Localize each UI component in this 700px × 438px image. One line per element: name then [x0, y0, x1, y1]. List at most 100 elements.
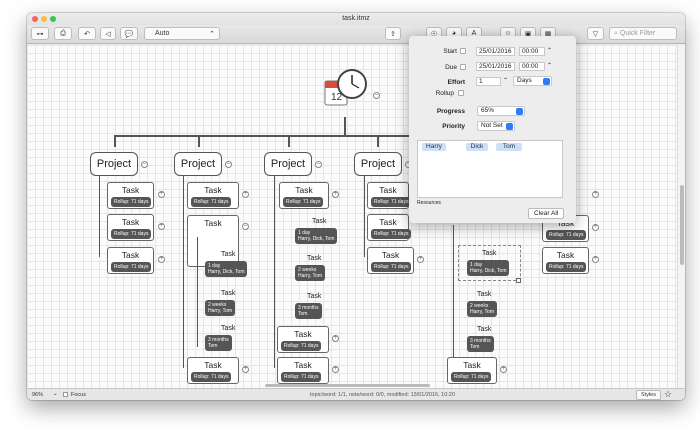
back-icon-button[interactable]: ◁ — [100, 27, 116, 40]
effort-unit-select[interactable]: Days — [513, 76, 552, 86]
task-node[interactable]: Task Rollup: 71 days — [279, 182, 329, 209]
collapse-toggle[interactable]: – — [315, 161, 322, 168]
filter-icon-button[interactable]: ▽ — [587, 27, 604, 40]
expand-toggle[interactable]: + — [332, 366, 339, 373]
subtask-title[interactable]: Task — [307, 293, 321, 300]
expand-toggle[interactable]: + — [158, 191, 165, 198]
expand-toggle[interactable]: + — [242, 191, 249, 198]
focus-checkbox[interactable] — [63, 392, 68, 397]
subtask-title[interactable]: Task — [477, 291, 491, 298]
clear-all-button[interactable]: Clear All — [528, 208, 565, 219]
expand-toggle[interactable]: + — [332, 335, 339, 342]
progress-select[interactable]: 65% — [477, 106, 525, 116]
task-node[interactable]: Task Rollup: 71 days — [277, 326, 329, 353]
subtask-detail: 3 months Tom — [205, 335, 232, 351]
task-node[interactable]: Task Rollup: 71 days — [447, 357, 497, 384]
branch-line — [288, 135, 290, 147]
start-date-field[interactable]: 25/01/2016 — [476, 47, 515, 56]
expand-toggle[interactable]: + — [332, 191, 339, 198]
subtask-title[interactable]: Task — [482, 250, 496, 257]
effort-stepper-icon[interactable]: ⌃ — [503, 77, 508, 84]
vertical-scrollbar[interactable] — [677, 45, 685, 388]
collapse-toggle[interactable]: – — [141, 161, 148, 168]
start-time-field[interactable]: 00:00 — [519, 47, 545, 56]
star-icon[interactable]: ☆ — [664, 389, 672, 400]
task-node[interactable]: Task Rollup: 71 days — [367, 247, 414, 274]
close-window-button[interactable] — [32, 16, 38, 22]
task-node[interactable]: Task Rollup: 71 days — [187, 357, 239, 384]
horizontal-scrollbar[interactable] — [265, 384, 430, 387]
chevron-down-icon[interactable]: ⌄ — [53, 391, 58, 397]
branch-line — [183, 176, 184, 368]
start-checkbox[interactable] — [460, 48, 466, 54]
quick-filter-search[interactable]: ⌕ Quick Filter — [609, 27, 677, 40]
expand-toggle[interactable]: + — [417, 256, 424, 263]
branch-line — [99, 176, 100, 257]
collapse-root-toggle[interactable]: – — [373, 92, 380, 99]
due-time-field[interactable]: 00:00 — [519, 62, 545, 71]
subtask-title[interactable]: Task — [221, 290, 235, 297]
collapse-toggle[interactable]: – — [225, 161, 232, 168]
share-icon-button[interactable]: ⇪ — [385, 27, 401, 40]
due-date-field[interactable]: 25/01/2016 — [476, 62, 515, 71]
zoom-select[interactable]: Auto ⌃ — [144, 27, 220, 40]
branch-line — [197, 237, 198, 347]
calendar-clock-icon[interactable]: 12 — [322, 67, 370, 115]
expand-toggle[interactable]: + — [158, 256, 165, 263]
expand-toggle[interactable]: + — [592, 224, 599, 231]
task-node[interactable]: Task Rollup: 71 days — [277, 357, 329, 384]
window-title: task.itmz — [342, 15, 370, 22]
styles-button[interactable]: Styles — [636, 390, 661, 400]
map-icon-button[interactable]: ⊶ — [31, 27, 49, 40]
branch-line — [364, 176, 365, 257]
project-node[interactable]: Project — [354, 152, 402, 176]
task-node[interactable]: Task Rollup: 71 days — [187, 182, 239, 209]
focus-label: Focus — [71, 392, 86, 398]
zoom-level[interactable]: 96% — [32, 392, 43, 398]
task-node[interactable]: Task — [187, 215, 239, 267]
print-icon-button[interactable]: ⎙ — [54, 27, 72, 40]
resource-tag[interactable]: Dick — [466, 143, 488, 151]
resource-tag[interactable]: Tom — [496, 143, 522, 151]
due-stepper-icon[interactable]: ⌃ — [547, 62, 552, 69]
task-node[interactable]: Task Rollup: 71 days — [367, 214, 412, 241]
comment-icon-button[interactable]: 💬 — [120, 27, 138, 40]
project-node[interactable]: Project — [264, 152, 312, 176]
undo-icon-button[interactable]: ↶ — [78, 27, 96, 40]
priority-select[interactable]: Not Set — [477, 121, 515, 131]
task-node[interactable]: Task Rollup: 71 days — [107, 247, 154, 274]
due-checkbox[interactable] — [460, 64, 466, 70]
select-arrow-icon — [543, 78, 550, 85]
subtask-title[interactable]: Task — [307, 255, 321, 262]
effort-field[interactable]: 1 — [476, 77, 501, 86]
task-node[interactable]: Task Rollup: 71 days — [542, 247, 589, 274]
resource-tag[interactable]: Harry — [422, 143, 446, 151]
expand-toggle[interactable]: + — [242, 366, 249, 373]
subtask-title[interactable]: Task — [312, 218, 326, 225]
branch-line — [377, 135, 379, 147]
rollup-checkbox[interactable] — [458, 90, 464, 96]
minimize-window-button[interactable] — [41, 16, 47, 22]
vertical-scroll-thumb[interactable] — [680, 185, 684, 265]
task-node[interactable]: Task Rollup: 71 days — [107, 214, 154, 241]
project-node[interactable]: Project — [90, 152, 138, 176]
subtask-title[interactable]: Task — [221, 325, 235, 332]
subtask-title[interactable]: Task — [221, 251, 235, 258]
start-label: Start — [443, 48, 457, 55]
project-node[interactable]: Project — [174, 152, 222, 176]
resize-handle[interactable] — [516, 278, 521, 283]
expand-toggle[interactable]: + — [592, 191, 599, 198]
start-stepper-icon[interactable]: ⌃ — [547, 47, 552, 54]
subtask-title[interactable]: Task — [477, 326, 491, 333]
collapse-toggle[interactable]: – — [242, 223, 249, 230]
expand-toggle[interactable]: + — [592, 256, 599, 263]
zoom-window-button[interactable] — [50, 16, 56, 22]
mind-map-canvas[interactable]: 12 – Project – Project – Project – Proje… — [27, 45, 677, 388]
task-node[interactable]: Task Rollup: 71 days — [107, 182, 154, 209]
status-bar: 96% ⌄ Focus topic/word: 1/1, note/word: … — [27, 388, 685, 400]
resources-list[interactable]: Harry Dick Tom — [417, 140, 563, 198]
subtask-detail: 1 day Harry, Dick, Tom — [205, 261, 248, 277]
task-node[interactable]: Task Rollup: 71 days — [367, 182, 412, 209]
expand-toggle[interactable]: + — [158, 223, 165, 230]
expand-toggle[interactable]: + — [500, 366, 507, 373]
